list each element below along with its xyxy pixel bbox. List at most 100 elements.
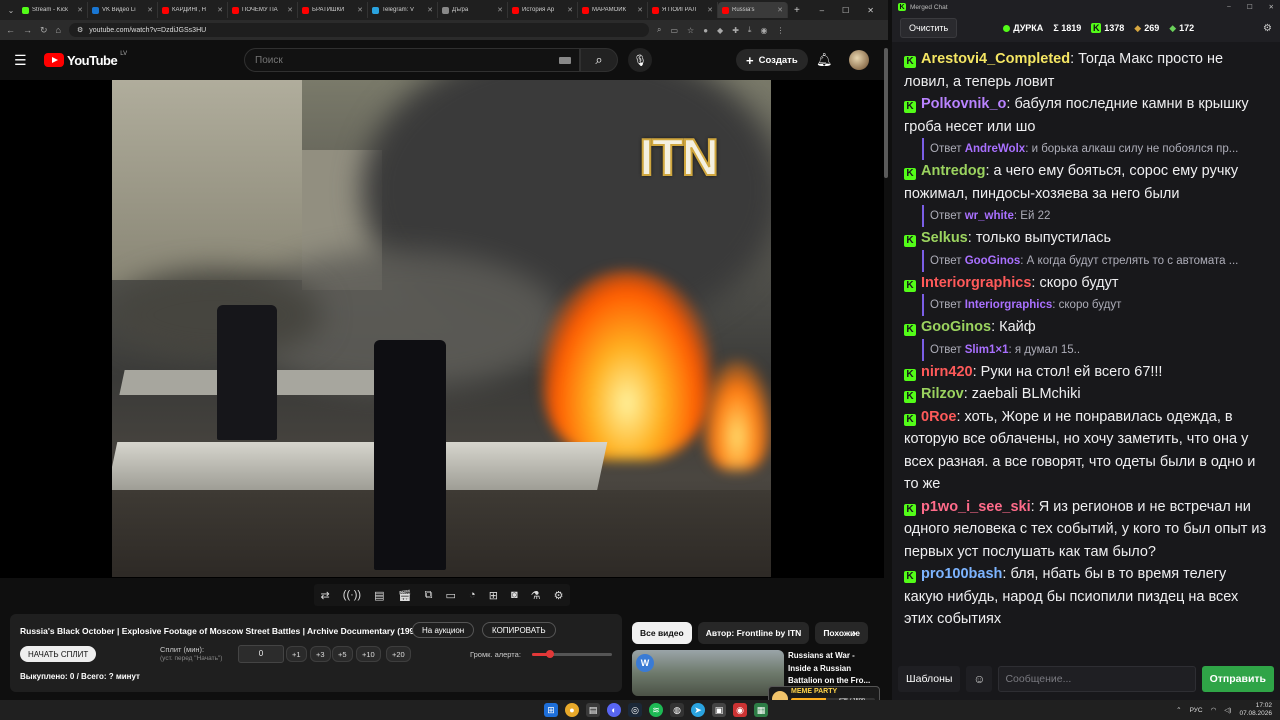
tab-search-icon[interactable]: ⌄	[4, 6, 18, 15]
audio-icon[interactable]: ((·))	[343, 589, 361, 601]
start-split-button[interactable]: НАЧАТЬ СПЛИТ	[20, 646, 97, 662]
recommended-thumbnail[interactable]: W	[632, 650, 784, 696]
filter-chip[interactable]: Все видео	[632, 622, 692, 644]
app-icon[interactable]: ▦	[754, 703, 768, 717]
gear-icon[interactable]: ⚙	[1263, 23, 1272, 34]
browser-tab[interactable]: Я ПОИГРАЛ ✕	[648, 2, 718, 18]
filter-chip[interactable]: Похожие	[815, 622, 868, 644]
browser-tab[interactable]: БРАТИШКИ ✕	[298, 2, 368, 18]
flask-icon[interactable]: ⚗	[531, 589, 541, 602]
download-icon[interactable]: ⤓	[748, 25, 752, 35]
alert-volume-slider[interactable]	[532, 650, 612, 658]
steam-icon[interactable]: ◎	[628, 703, 642, 717]
reply-username[interactable]: GooGinos	[965, 255, 1021, 267]
gear-icon[interactable]: ⚙	[554, 589, 564, 602]
browser-tab[interactable]: Russia's ✕	[718, 2, 788, 18]
maximize-icon[interactable]: ☐	[842, 6, 849, 15]
keyboard-icon[interactable]	[559, 56, 571, 64]
search-button[interactable]: ⌕	[580, 48, 618, 72]
tab-close-icon[interactable]: ✕	[777, 6, 783, 14]
copy-button[interactable]: КОПИРОВАТЬ	[482, 622, 556, 638]
chevron-right-icon[interactable]: ›	[852, 626, 856, 640]
reply-username[interactable]: AndreWolx	[965, 143, 1026, 155]
cast-icon[interactable]: ▭	[670, 26, 678, 35]
close-icon[interactable]: ✕	[867, 6, 874, 15]
screenshot-icon[interactable]: ◙	[511, 589, 518, 601]
telegram-icon[interactable]: ➤	[691, 703, 705, 717]
site-info-icon[interactable]: ⚙	[77, 26, 83, 34]
reply-username[interactable]: Slim1×1	[965, 344, 1009, 356]
tray-chevron-icon[interactable]: ⌃	[1176, 706, 1181, 714]
reload-icon[interactable]: ↻	[40, 25, 48, 36]
back-icon[interactable]: ←	[6, 25, 15, 35]
tab-close-icon[interactable]: ✕	[287, 6, 293, 14]
split-minutes-input[interactable]: 0	[238, 645, 284, 663]
split-increment-button[interactable]: +5	[332, 646, 353, 662]
tab-close-icon[interactable]: ✕	[427, 6, 433, 14]
reply-username[interactable]: Interiorgraphics	[965, 299, 1053, 311]
speed-icon[interactable]: ◔	[469, 589, 476, 601]
browser-tab[interactable]: Telegram: V ✕	[368, 2, 438, 18]
filter-chip[interactable]: Автор: Frontline by ITN	[697, 622, 810, 644]
auction-button[interactable]: На аукцион	[412, 622, 475, 638]
loop-icon[interactable]: ⇄	[321, 589, 330, 602]
tab-close-icon[interactable]: ✕	[77, 6, 83, 14]
avatar[interactable]	[849, 50, 869, 70]
extension-icon[interactable]: ◆	[717, 26, 723, 35]
chat-username[interactable]: Interiorgraphics	[921, 275, 1031, 291]
close-icon[interactable]: ✕	[1269, 3, 1274, 11]
home-icon[interactable]: ⌂	[56, 25, 61, 35]
clock[interactable]: 17:02 07.08.2026	[1239, 702, 1272, 718]
extensions-puzzle-icon[interactable]: ✚	[732, 26, 739, 35]
bookmark-icon[interactable]: ☆	[687, 26, 694, 35]
network-icon[interactable]: ◠	[1211, 706, 1217, 714]
tab-close-icon[interactable]: ✕	[147, 6, 153, 14]
search-input[interactable]	[255, 54, 559, 66]
reply-username[interactable]: wr_white	[965, 210, 1014, 222]
add-icon[interactable]: ⊞	[489, 589, 498, 602]
tab-close-icon[interactable]: ✕	[567, 6, 573, 14]
split-increment-button[interactable]: +10	[356, 646, 381, 662]
obs-icon[interactable]: ◉	[733, 703, 747, 717]
recommended-title[interactable]: Russians at War - Inside a Russian Batta…	[788, 650, 880, 688]
tab-close-icon[interactable]: ✕	[497, 6, 503, 14]
forward-icon[interactable]: →	[23, 25, 32, 35]
discord-icon[interactable]: ◐	[607, 703, 621, 717]
spotify-icon[interactable]: ≋	[649, 703, 663, 717]
chat-username[interactable]: Selkus	[921, 230, 968, 246]
pip-icon[interactable]: ⧉	[425, 589, 433, 602]
minimize-icon[interactable]: –	[820, 6, 824, 15]
browser-tab[interactable]: ПОЧЕМУ ПА ✕	[228, 2, 298, 18]
page-scrollbar[interactable]	[884, 48, 888, 178]
templates-button[interactable]: Шаблоны	[898, 666, 961, 692]
clapper-icon[interactable]: 🎬︎	[398, 589, 412, 602]
chat-messages[interactable]: K Arestovi4_Completed: Тогда Макс просто …	[892, 44, 1280, 656]
clear-chat-button[interactable]: Очистить	[900, 18, 958, 38]
send-button[interactable]: Отправить	[1201, 666, 1274, 692]
split-increment-button[interactable]: +1	[286, 646, 307, 662]
browser-tab[interactable]: VK Видео Li ✕	[88, 2, 158, 18]
lang-indicator[interactable]: РУС	[1190, 707, 1203, 714]
search-page-icon[interactable]: ⌕	[657, 25, 661, 35]
playlist-icon[interactable]: ▤	[374, 589, 384, 602]
chat-username[interactable]: nirn420	[921, 364, 973, 380]
browser-tab[interactable]: Дъ/ра ✕	[438, 2, 508, 18]
emoji-icon[interactable]: ☺	[966, 666, 993, 692]
split-increment-button[interactable]: +20	[386, 646, 411, 662]
chat-username[interactable]: Polkovnik_o	[921, 96, 1006, 112]
voice-search-button[interactable]: 🎙	[628, 48, 652, 72]
create-button[interactable]: + Создать	[736, 49, 808, 71]
extension-icon[interactable]: ●	[703, 26, 708, 35]
chat-username[interactable]: GooGinos	[921, 319, 991, 335]
chat-username[interactable]: 0Roe	[921, 409, 956, 425]
youtube-logo[interactable]: YouTube LV	[44, 51, 127, 68]
tab-close-icon[interactable]: ✕	[637, 6, 643, 14]
menu-dots-icon[interactable]: ⋮	[776, 26, 784, 35]
minimize-icon[interactable]: –	[1227, 3, 1231, 11]
tab-close-icon[interactable]: ✕	[707, 6, 713, 14]
chat-username[interactable]: Arestovi4_Completed	[921, 51, 1070, 67]
browser-tab[interactable]: КАРДИНГ, Н ✕	[158, 2, 228, 18]
alert-volume-knob[interactable]	[545, 650, 554, 658]
notifications-bell-icon[interactable]: 🔔︎	[816, 52, 833, 68]
video-player[interactable]: ITN	[0, 80, 884, 578]
